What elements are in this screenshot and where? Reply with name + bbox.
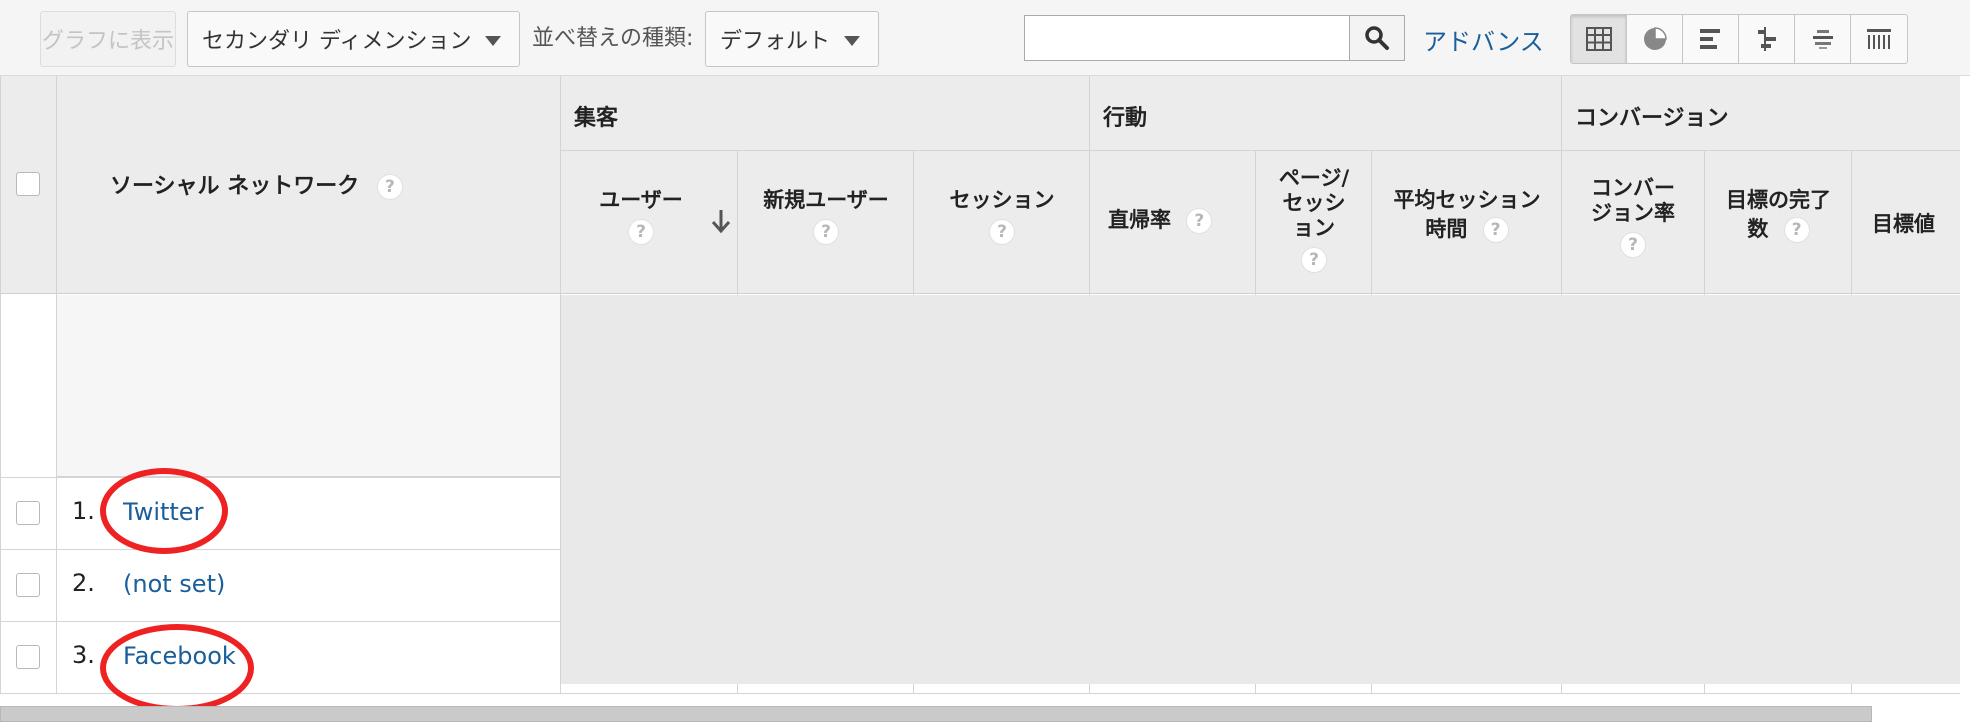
column-goal-completions[interactable]: 目標の完了 数 ? (1707, 188, 1850, 243)
column-divider (0, 76, 1, 694)
row-link-not-set[interactable]: (not set) (123, 570, 225, 598)
table-view-icon (1585, 27, 1612, 51)
row-checkbox[interactable] (16, 501, 40, 525)
bar-view-button[interactable] (1683, 15, 1739, 63)
chevron-down-icon (844, 36, 860, 46)
column-avg-session-duration[interactable]: 平均セッション 時間 ? (1374, 188, 1560, 243)
row-number: 1. (72, 497, 95, 525)
column-pages-per-session-label-line3: ョン (1293, 216, 1335, 240)
column-new-users-label: 新規ユーザー (763, 188, 889, 212)
row-divider (0, 549, 560, 550)
search-button[interactable] (1349, 15, 1405, 61)
row-link-facebook[interactable]: Facebook (123, 642, 236, 670)
show-in-graph-label: グラフに表示 (41, 29, 174, 54)
toolbar: グラフに表示 セカンダリ ディメンション 並べ替えの種類: デフォルト アドバン… (0, 0, 1970, 76)
secondary-dimension-label: セカンダリ ディメンション (202, 29, 472, 54)
help-icon[interactable]: ? (989, 219, 1015, 245)
help-icon[interactable]: ? (376, 174, 403, 200)
column-goal-completions-label-line2: 数 (1747, 217, 1769, 241)
help-icon[interactable]: ? (813, 219, 839, 245)
dimension-header-label: ソーシャル ネットワーク (110, 174, 360, 199)
advanced-link[interactable]: アドバンス (1423, 22, 1544, 57)
column-users[interactable]: ユーザー ? (580, 188, 702, 245)
column-pages-per-session[interactable]: ページ/ セッシ ョン ? (1258, 166, 1370, 273)
row-number: 3. (72, 641, 95, 669)
summary-row (57, 295, 560, 477)
help-icon[interactable]: ? (1186, 208, 1213, 234)
help-icon[interactable]: ? (1482, 217, 1509, 243)
column-pages-per-session-label-line2: セッシ (1282, 191, 1346, 215)
show-in-graph-button[interactable]: グラフに表示 (40, 11, 176, 67)
column-conversion-rate[interactable]: コンバー ジョン率 ? (1564, 176, 1702, 258)
row-checkbox[interactable] (16, 645, 40, 669)
select-all-checkbox[interactable] (16, 172, 40, 196)
group-behavior: 行動 (1103, 106, 1148, 131)
help-icon[interactable]: ? (1783, 217, 1810, 243)
secondary-dimension-dropdown[interactable]: セカンダリ ディメンション (187, 11, 520, 67)
row-divider (0, 621, 560, 622)
pie-view-icon (1643, 27, 1667, 50)
column-avg-session-label-line1: 平均セッション (1393, 188, 1541, 212)
sort-type-dropdown[interactable]: デフォルト (705, 11, 879, 67)
column-bounce-rate-label: 直帰率 (1108, 208, 1171, 232)
sort-type-value: デフォルト (720, 29, 831, 54)
help-icon[interactable]: ? (628, 219, 654, 245)
report-table: ソーシャル ネットワーク ? 集客 行動 コンバージョン ユーザー ? 新規ユー… (0, 76, 1960, 712)
row-number: 2. (72, 569, 95, 597)
column-goal-value[interactable]: 目標値 (1872, 212, 1960, 237)
column-users-label: ユーザー (599, 188, 683, 212)
term-cloud-view-icon (1812, 30, 1833, 49)
view-switcher (1570, 14, 1908, 64)
column-pages-per-session-label-line1: ページ/ (1278, 166, 1350, 190)
column-conversion-rate-label-line1: コンバー (1591, 176, 1675, 200)
column-conversion-rate-label-line2: ジョン率 (1591, 201, 1675, 225)
column-goal-value-label: 目標値 (1872, 212, 1935, 236)
comparison-view-icon (1757, 27, 1776, 51)
help-icon[interactable]: ? (1620, 232, 1646, 258)
pivot-view-icon (1867, 29, 1891, 49)
term-cloud-view-button[interactable] (1795, 15, 1851, 63)
column-bounce-rate[interactable]: 直帰率 ? (1100, 208, 1250, 234)
help-icon[interactable]: ? (1301, 247, 1327, 273)
row-link-twitter[interactable]: Twitter (123, 498, 203, 526)
sort-type-label: 並べ替えの種類: (532, 26, 694, 51)
metrics-mask (561, 295, 1960, 684)
group-conversions: コンバージョン (1575, 106, 1729, 131)
group-divider (560, 150, 1960, 151)
column-sessions-label: セッション (949, 188, 1055, 212)
dimension-header[interactable]: ソーシャル ネットワーク ? (110, 168, 403, 200)
comparison-view-button[interactable] (1739, 15, 1795, 63)
pie-view-button[interactable] (1627, 15, 1683, 63)
group-acquisition: 集客 (574, 106, 619, 131)
horizontal-scrollbar[interactable] (0, 706, 1872, 722)
search-icon (1365, 26, 1389, 50)
column-goal-completions-label-line1: 目標の完了 (1726, 188, 1831, 212)
column-sessions[interactable]: セッション ? (916, 188, 1088, 245)
search-input[interactable] (1024, 15, 1350, 61)
chevron-down-icon (485, 36, 501, 46)
row-checkbox[interactable] (16, 573, 40, 597)
column-new-users[interactable]: 新規ユーザー ? (740, 188, 912, 245)
pivot-view-button[interactable] (1851, 15, 1907, 63)
bar-view-icon (1699, 29, 1720, 49)
table-view-button[interactable] (1571, 15, 1627, 63)
row-divider (0, 477, 560, 478)
row-divider (0, 693, 1960, 694)
column-avg-session-label-line2: 時間 (1425, 217, 1468, 241)
sort-descending-icon[interactable] (710, 208, 732, 234)
